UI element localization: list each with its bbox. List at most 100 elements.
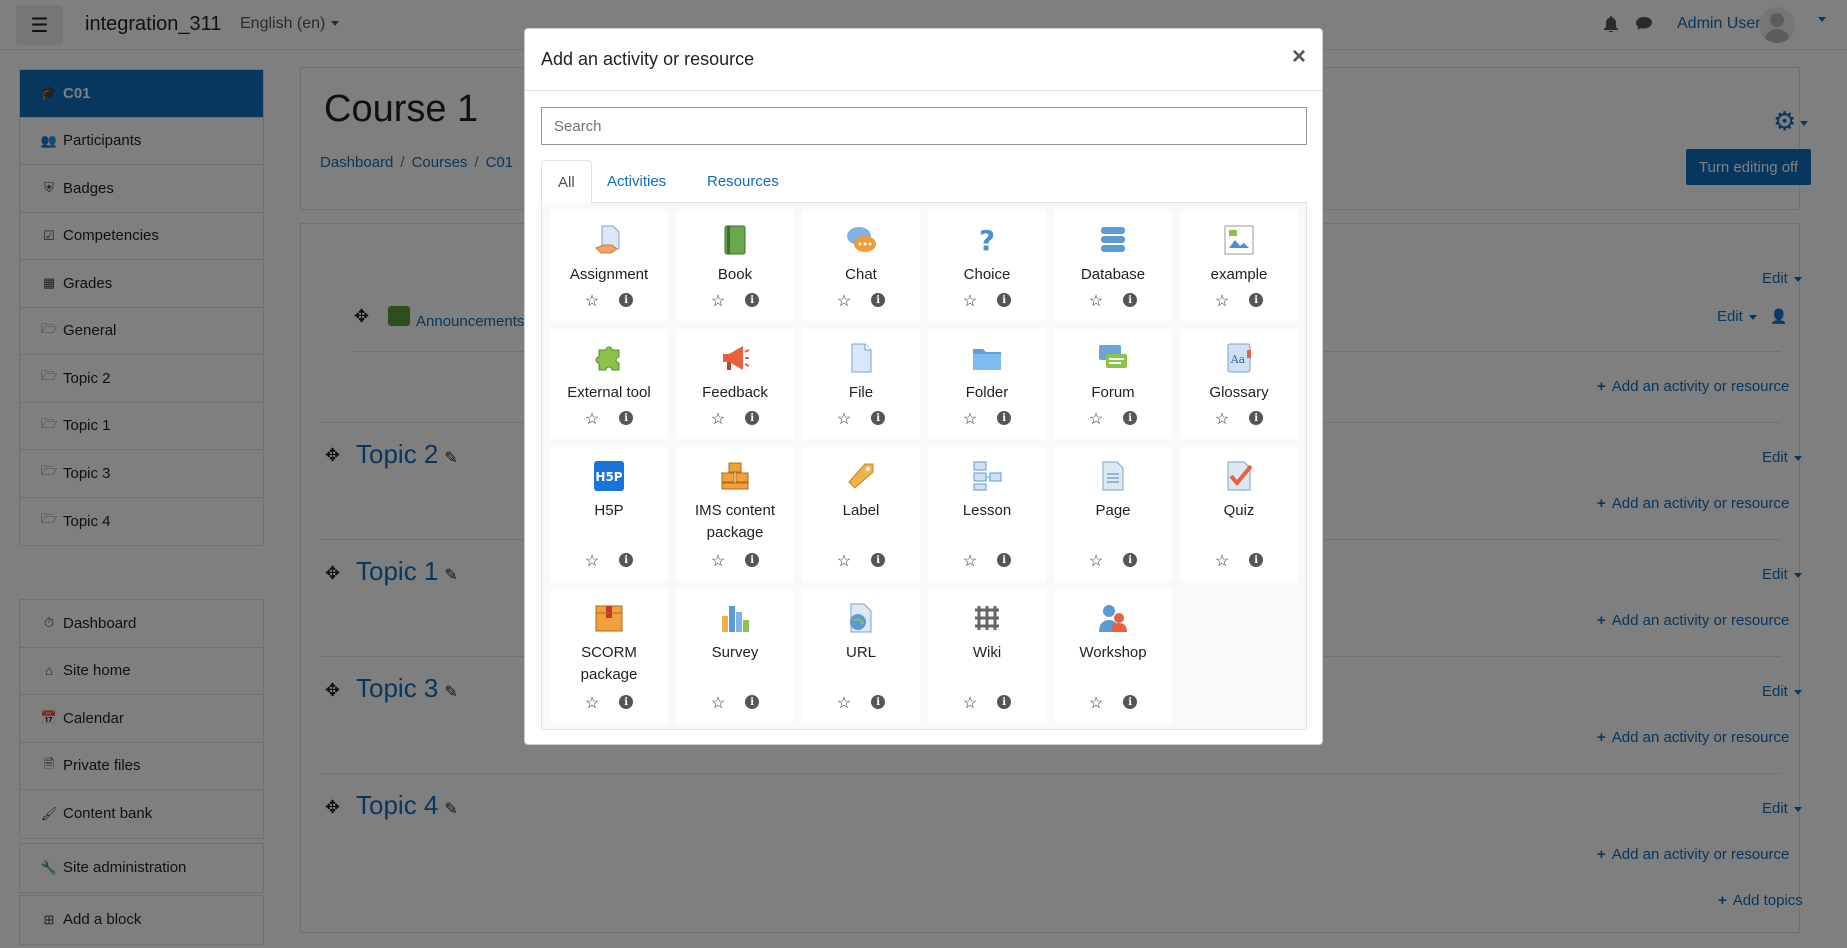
activity-chooser-modal: Add an activity or resource × All Activi… xyxy=(524,28,1323,745)
close-icon[interactable]: × xyxy=(1292,43,1306,71)
info-icon[interactable]: i xyxy=(1123,411,1138,425)
star-icon[interactable]: ☆ xyxy=(585,693,599,713)
module-tile-chat[interactable]: Chat ☆ i xyxy=(802,211,920,321)
star-icon[interactable]: ☆ xyxy=(963,409,977,429)
star-icon[interactable]: ☆ xyxy=(837,551,851,571)
module-tile-scorm-package[interactable]: SCORM package ☆ i xyxy=(550,589,668,723)
module-tile-glossary[interactable]: Aa Glossary ☆ i xyxy=(1180,329,1298,439)
info-icon[interactable]: i xyxy=(619,695,634,709)
module-actions: ☆ i xyxy=(1054,291,1172,311)
module-tile-database[interactable]: Database ☆ i xyxy=(1054,211,1172,321)
star-icon[interactable]: ☆ xyxy=(1089,551,1103,571)
star-icon[interactable]: ☆ xyxy=(963,693,977,713)
info-icon[interactable]: i xyxy=(1249,293,1264,307)
module-tile-lesson[interactable]: Lesson ☆ i xyxy=(928,447,1046,581)
star-icon[interactable]: ☆ xyxy=(1089,409,1103,429)
module-tile-quiz[interactable]: Quiz ☆ i xyxy=(1180,447,1298,581)
module-name: Wiki xyxy=(972,644,1002,661)
module-tile-label[interactable]: Label ☆ i xyxy=(802,447,920,581)
module-tile-assignment[interactable]: Assignment ☆ i xyxy=(550,211,668,321)
file-icon xyxy=(844,341,878,375)
module-name: Survey xyxy=(711,644,759,661)
module-actions: ☆ i xyxy=(802,551,920,571)
module-tile-wiki[interactable]: Wiki ☆ i xyxy=(928,589,1046,723)
star-icon[interactable]: ☆ xyxy=(585,409,599,429)
star-icon[interactable]: ☆ xyxy=(837,291,851,311)
search-input[interactable] xyxy=(541,107,1307,145)
forum-icon xyxy=(1096,341,1130,375)
info-icon[interactable]: i xyxy=(1123,553,1138,567)
star-icon[interactable]: ☆ xyxy=(1089,693,1103,713)
info-icon[interactable]: i xyxy=(871,293,886,307)
star-icon[interactable]: ☆ xyxy=(1215,409,1229,429)
module-tile-survey[interactable]: Survey ☆ i xyxy=(676,589,794,723)
module-grid: Assignment ☆ i Book ☆ i Chat ☆ i? Choice ☆ i Databas… xyxy=(541,203,1307,730)
star-icon[interactable]: ☆ xyxy=(711,291,725,311)
star-icon[interactable]: ☆ xyxy=(963,291,977,311)
module-tile-book[interactable]: Book ☆ i xyxy=(676,211,794,321)
module-tile-file[interactable]: File ☆ i xyxy=(802,329,920,439)
modal-header: Add an activity or resource × xyxy=(525,29,1322,91)
star-icon[interactable]: ☆ xyxy=(585,551,599,571)
module-tile-example[interactable]: example ☆ i xyxy=(1180,211,1298,321)
info-icon[interactable]: i xyxy=(1249,553,1264,567)
star-icon[interactable]: ☆ xyxy=(837,693,851,713)
module-actions: ☆ i xyxy=(550,693,668,713)
tab-activities[interactable]: Activities xyxy=(591,160,682,203)
module-actions: ☆ i xyxy=(928,551,1046,571)
ims-package-icon xyxy=(718,459,752,493)
info-icon[interactable]: i xyxy=(745,411,760,425)
info-icon[interactable]: i xyxy=(871,411,886,425)
module-tile-forum[interactable]: Forum ☆ i xyxy=(1054,329,1172,439)
module-actions: ☆ i xyxy=(676,291,794,311)
module-tile-feedback[interactable]: Feedback ☆ i xyxy=(676,329,794,439)
star-icon[interactable]: ☆ xyxy=(711,551,725,571)
svg-text:?: ? xyxy=(979,224,995,256)
info-icon[interactable]: i xyxy=(997,411,1012,425)
star-icon[interactable]: ☆ xyxy=(711,409,725,429)
module-name: example xyxy=(1210,266,1268,283)
info-icon[interactable]: i xyxy=(619,411,634,425)
module-tile-folder[interactable]: Folder ☆ i xyxy=(928,329,1046,439)
info-icon[interactable]: i xyxy=(997,553,1012,567)
module-tile-workshop[interactable]: Workshop ☆ i xyxy=(1054,589,1172,723)
module-name: External tool xyxy=(567,384,651,401)
info-icon[interactable]: i xyxy=(1249,411,1264,425)
module-tile-page[interactable]: Page ☆ i xyxy=(1054,447,1172,581)
info-icon[interactable]: i xyxy=(619,293,634,307)
star-icon[interactable]: ☆ xyxy=(837,409,851,429)
info-icon[interactable]: i xyxy=(871,553,886,567)
module-tile-choice[interactable]: ? Choice ☆ i xyxy=(928,211,1046,321)
info-icon[interactable]: i xyxy=(745,695,760,709)
star-icon[interactable]: ☆ xyxy=(711,693,725,713)
module-name: H5P xyxy=(594,502,624,519)
star-icon[interactable]: ☆ xyxy=(1215,551,1229,571)
module-tile-url[interactable]: URL ☆ i xyxy=(802,589,920,723)
info-icon[interactable]: i xyxy=(1123,695,1138,709)
module-actions: ☆ i xyxy=(928,693,1046,713)
info-icon[interactable]: i xyxy=(1123,293,1138,307)
module-actions: ☆ i xyxy=(676,551,794,571)
module-name: Feedback xyxy=(702,384,768,401)
h5p-icon: H5P xyxy=(592,459,626,493)
tab-all[interactable]: All xyxy=(541,160,592,204)
star-icon[interactable]: ☆ xyxy=(1089,291,1103,311)
module-name: Forum xyxy=(1091,384,1135,401)
star-icon[interactable]: ☆ xyxy=(585,291,599,311)
info-icon[interactable]: i xyxy=(745,553,760,567)
info-icon[interactable]: i xyxy=(871,695,886,709)
tab-resources[interactable]: Resources xyxy=(691,160,795,203)
info-icon[interactable]: i xyxy=(619,553,634,567)
label-icon xyxy=(844,459,878,493)
info-icon[interactable]: i xyxy=(745,293,760,307)
svg-text:H5P: H5P xyxy=(595,470,622,484)
star-icon[interactable]: ☆ xyxy=(963,551,977,571)
module-tile-ims-content-package[interactable]: IMS content package ☆ i xyxy=(676,447,794,581)
module-tile-external-tool[interactable]: External tool ☆ i xyxy=(550,329,668,439)
module-actions: ☆ i xyxy=(1180,409,1298,429)
module-tile-h5p[interactable]: H5P H5P ☆ i xyxy=(550,447,668,581)
module-name: Assignment xyxy=(569,266,649,283)
info-icon[interactable]: i xyxy=(997,695,1012,709)
star-icon[interactable]: ☆ xyxy=(1215,291,1229,311)
info-icon[interactable]: i xyxy=(997,293,1012,307)
